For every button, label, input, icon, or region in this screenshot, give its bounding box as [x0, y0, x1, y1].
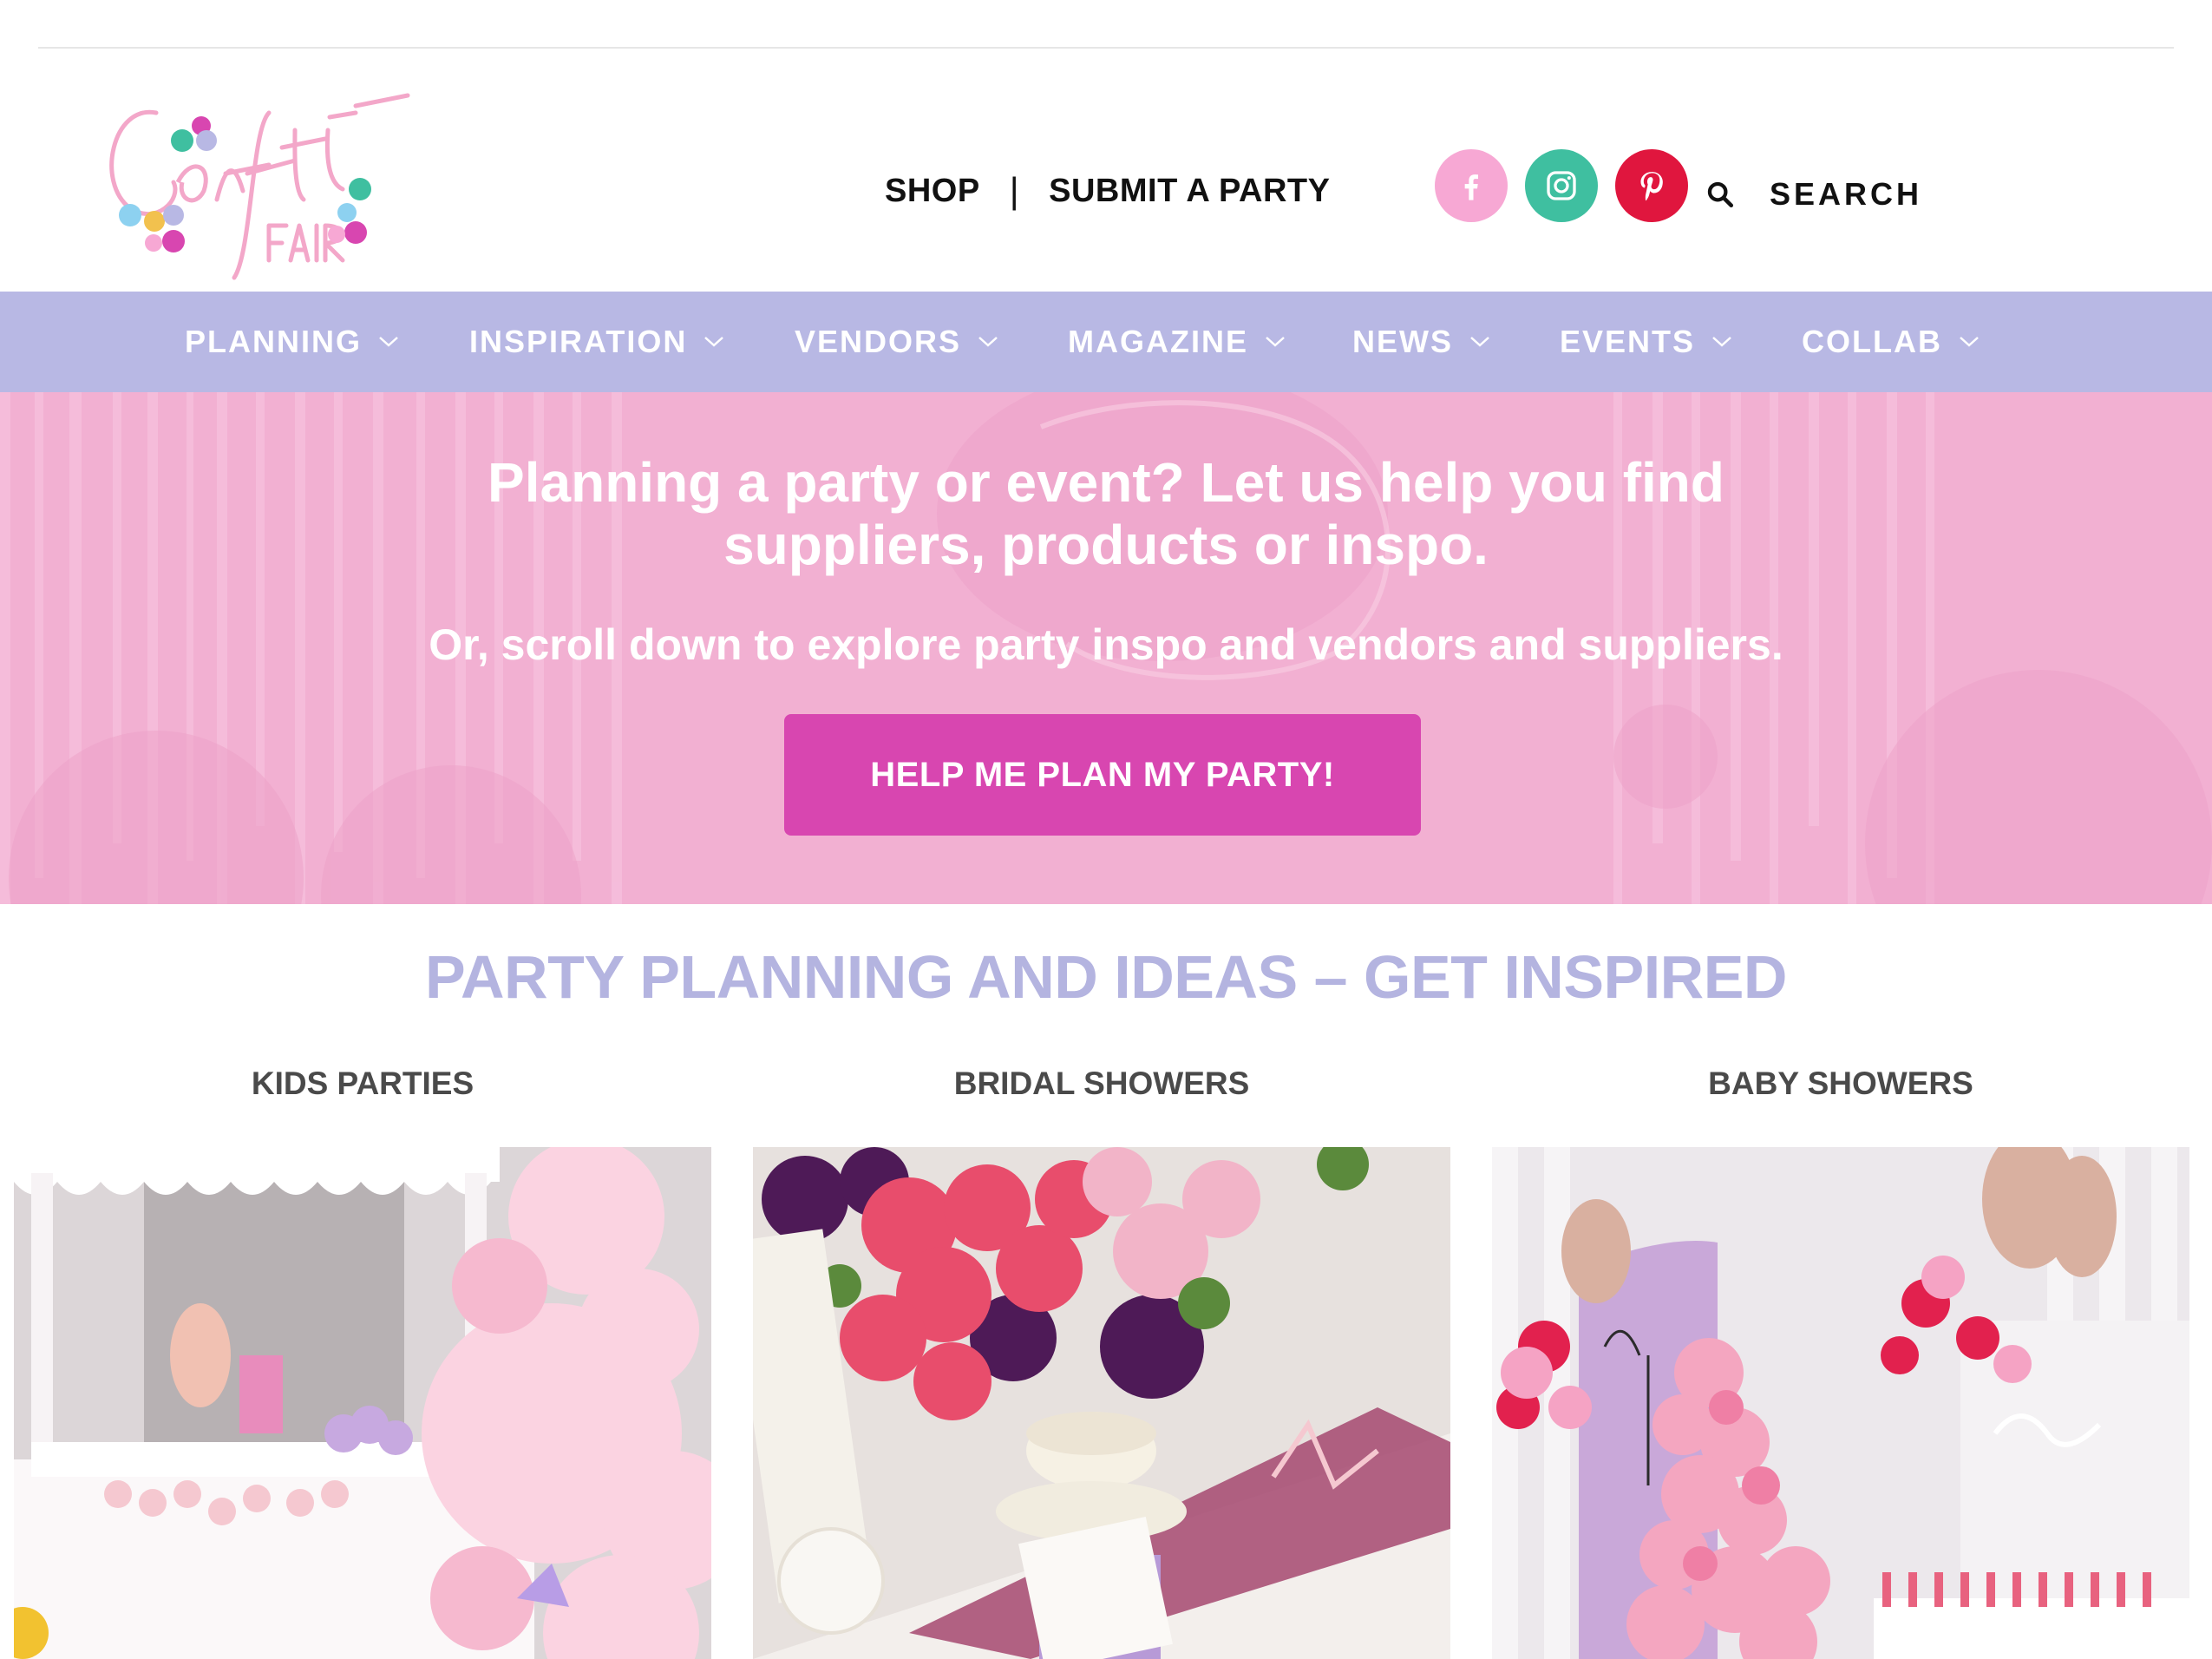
chevron-down-icon: [1470, 337, 1489, 347]
nav-item-label: COLLAB: [1802, 324, 1942, 359]
site-logo[interactable]: [95, 78, 416, 286]
nav-item-planning[interactable]: PLANNING: [185, 292, 400, 392]
nav-item-inspiration[interactable]: INSPIRATION: [469, 292, 725, 392]
category-title-bridal[interactable]: BRIDAL SHOWERS: [753, 1066, 1450, 1102]
search-area: [1705, 170, 2030, 219]
instagram-icon: [1547, 171, 1576, 200]
baby-showers-image[interactable]: [1492, 1147, 2189, 1659]
facebook-icon: [1464, 174, 1478, 200]
nav-item-collab[interactable]: COLLAB: [1802, 292, 1980, 392]
chevron-down-icon: [704, 337, 724, 347]
bridal-showers-image[interactable]: [753, 1147, 1450, 1659]
submit-party-link[interactable]: SUBMIT A PARTY: [1049, 173, 1330, 210]
category-title-baby[interactable]: BABY SHOWERS: [1492, 1066, 2189, 1102]
facebook-button[interactable]: [1435, 149, 1508, 222]
hero-title: Planning a party or event? Let us help y…: [260, 451, 1952, 576]
kids-parties-image[interactable]: [14, 1147, 711, 1659]
nav-item-label: PLANNING: [185, 324, 362, 359]
nav-item-label: MAGAZINE: [1068, 324, 1248, 359]
chevron-down-icon: [1266, 337, 1285, 347]
search-input[interactable]: [1770, 176, 2030, 213]
pinterest-icon: [1640, 172, 1663, 201]
nav-item-magazine[interactable]: MAGAZINE: [1068, 292, 1286, 392]
nav-item-news[interactable]: NEWS: [1352, 292, 1491, 392]
chevron-down-icon: [379, 337, 398, 347]
nav-item-events[interactable]: EVENTS: [1560, 292, 1733, 392]
pinterest-button[interactable]: [1615, 149, 1688, 222]
nav-item-vendors[interactable]: VENDORS: [795, 292, 999, 392]
instagram-button[interactable]: [1525, 149, 1598, 222]
nav-item-label: INSPIRATION: [469, 324, 688, 359]
top-divider: [38, 47, 2174, 49]
chevron-down-icon: [1960, 337, 1979, 347]
hero-title-line1: Planning a party or event? Let us help y…: [488, 451, 1724, 514]
utility-nav: SHOP | SUBMIT A PARTY: [885, 165, 1330, 217]
category-title-kids[interactable]: KIDS PARTIES: [14, 1066, 711, 1102]
nav-item-label: VENDORS: [795, 324, 962, 359]
main-nav: PLANNING INSPIRATION VENDORS MAGAZINE NE…: [0, 292, 2212, 392]
plan-party-button[interactable]: HELP ME PLAN MY PARTY!: [784, 714, 1421, 836]
hero-subtitle: Or, scroll down to explore party inspo a…: [429, 620, 1783, 669]
nav-separator: |: [1009, 170, 1020, 211]
section-title: PARTY PLANNING AND IDEAS – GET INSPIRED: [425, 943, 1787, 1011]
nav-item-label: EVENTS: [1560, 324, 1696, 359]
hero-title-line2: suppliers, products or inspo.: [723, 514, 1489, 576]
hero-banner: Planning a party or event? Let us help y…: [0, 392, 2212, 904]
search-icon[interactable]: [1705, 180, 1735, 209]
chevron-down-icon: [978, 337, 998, 347]
shop-link[interactable]: SHOP: [885, 173, 980, 210]
nav-item-label: NEWS: [1352, 324, 1453, 359]
chevron-down-icon: [1712, 337, 1731, 347]
